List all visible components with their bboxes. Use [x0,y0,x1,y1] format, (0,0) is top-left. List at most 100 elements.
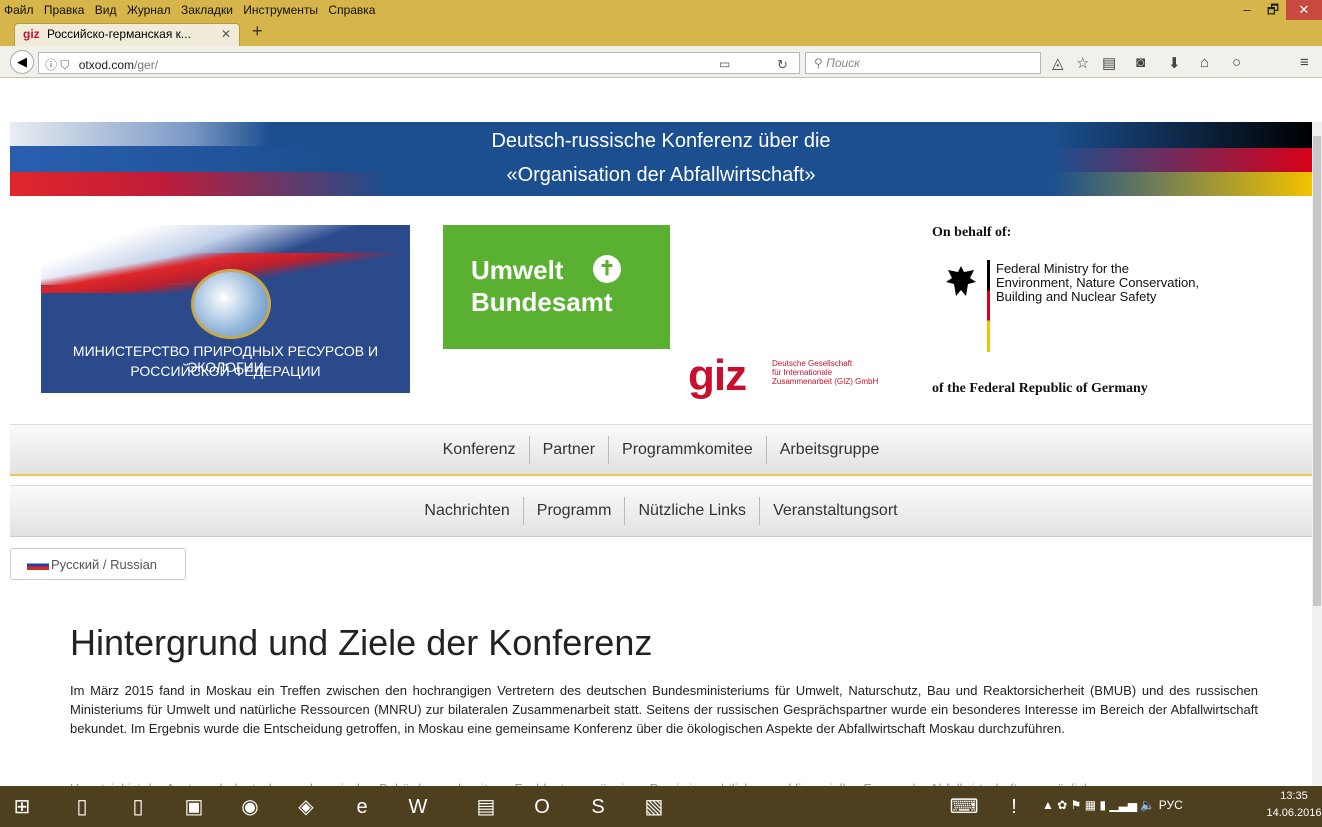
chat-icon[interactable]: ○ [1232,54,1241,71]
page-title: Hintergrund und Ziele der Konferenz [70,622,653,663]
giz-logo[interactable]: giz Deutsche Gesellschaft für Internatio… [688,351,898,403]
url-domain: otxod.com [78,58,135,72]
menu-bar: Файл Правка Вид Журнал Закладки Инструме… [0,0,1322,20]
header-banner: Deutsch-russische Konferenz über die «Or… [10,122,1312,196]
tab-favicon: giz [23,27,40,41]
tab-bar: giz Российско-германская к... ✕ [0,20,1322,46]
address-bar[interactable]: ⓘ ⛉ otxod.com/ger/ ▭ ↻ [38,52,800,74]
back-button[interactable]: ◀ [10,50,34,74]
url-path: /ger/ [134,58,159,72]
nav-programm[interactable]: Programm [524,497,626,525]
network-icon[interactable]: ◈ [288,789,324,825]
umweltbundesamt-logo[interactable]: Umwelt ✝ Bundesamt [443,225,670,349]
bookmark-star-icon[interactable]: ☆ [1076,54,1089,72]
keyboard-language[interactable]: РУС [1159,798,1183,812]
internet-explorer-icon[interactable]: e [344,789,380,825]
navigation-bar: ◀ ⓘ ⛉ otxod.com/ger/ ▭ ↻ ⚲ Поиск ◬ ☆ ▤ ◙… [0,46,1322,78]
skype-icon[interactable]: S [580,789,616,825]
frg-label: of the Federal Republic of Germany [932,381,1148,396]
nav-konferenz[interactable]: Konferenz [430,435,530,464]
search-icon: ⚲ [814,56,823,70]
image-viewer-icon[interactable]: ▧ [636,789,672,825]
action-center-icon[interactable]: ⚑ [1071,798,1082,812]
main-nav: Konferenz Partner Programmkomitee Arbeit… [10,424,1312,476]
new-tab-button[interactable]: + [252,21,263,42]
folder-icon[interactable]: ▯ [120,789,156,825]
uba-figure-icon: ✝ [593,255,621,283]
clock[interactable]: 13:35 14.06.2016 [1266,788,1322,822]
search-placeholder: Поиск [826,56,860,70]
search-input[interactable]: ⚲ Поиск [805,52,1041,74]
scrollbar-thumb[interactable] [1313,136,1321,606]
intro-paragraph: Im März 2015 fand in Moskau ein Treffen … [70,683,1258,736]
menu-view[interactable]: Вид [95,3,117,17]
menu-edit[interactable]: Правка [44,3,85,17]
minimize-button[interactable]: – [1234,0,1260,20]
globe-emblem-icon [191,269,271,339]
site-info-icon[interactable]: ⓘ ⛉ [45,58,69,72]
file-explorer-icon[interactable]: ▯ [64,789,100,825]
nav-veranstaltungsort[interactable]: Veranstaltungsort [760,497,911,525]
nav-partner[interactable]: Partner [530,435,610,464]
secondary-nav: Nachrichten Programm Nützliche Links Ver… [10,485,1312,537]
banner-title-line2: «Organisation der Abfallwirtschaft» [506,164,816,186]
reload-icon[interactable]: ↻ [777,57,788,73]
start-button[interactable]: ⊞ [4,789,40,825]
menu-items: Файл Правка Вид Журнал Закладки Инструме… [4,3,382,17]
system-tray: ▲ ✿ ⚑ ▦ ▮ ▁▃▅ 🔈 РУС [1042,798,1183,812]
menu-tools[interactable]: Инструменты [243,3,318,17]
on-behalf-label: On behalf of: [932,225,1012,240]
tab-title: Российско-германская к... [47,27,191,41]
bookmarks-list-icon[interactable]: ▤ [1102,54,1116,72]
tray-app-icon[interactable]: ✿ [1057,798,1067,812]
maximize-button[interactable]: 🗗 [1260,0,1286,20]
nav-nuetzliche-links[interactable]: Nützliche Links [625,497,761,525]
ministry-russia-logo[interactable]: МИНИСТЕРСТВО ПРИРОДНЫХ РЕСУРСОВ И ЭКОЛОГ… [41,225,410,393]
page-scrollbar[interactable] [1312,122,1322,786]
tray-network-icon[interactable]: ▦ [1085,798,1096,812]
hamburger-menu-icon[interactable]: ≡ [1300,54,1309,71]
files-icon[interactable]: ▤ [468,789,504,825]
german-flag-bar [987,260,990,352]
clock-date: 14.06.2016 [1266,807,1322,819]
menu-history[interactable]: Журнал [127,3,171,17]
downloads-icon[interactable]: ⬇ [1168,54,1181,72]
firefox-icon[interactable]: ◉ [232,789,268,825]
language-label: Русский / Russian [51,557,158,572]
giz-subtitle: Deutsche Gesellschaft für Internationale… [772,359,879,386]
uba-line1: Umwelt [471,255,564,285]
tray-chevron-icon[interactable]: ▲ [1042,798,1054,812]
keyboard-icon[interactable]: ⌨ [946,789,982,825]
close-window-button[interactable]: ✕ [1286,0,1322,20]
menu-bookmarks[interactable]: Закладки [181,3,233,17]
nav-programmkomitee[interactable]: Programmkomitee [609,435,767,464]
nav-arbeitsgruppe[interactable]: Arbeitsgruppe [767,436,893,464]
opera-icon[interactable]: O [524,789,560,825]
mnr-name-line2: РОССИЙСКОЙ ФЕДЕРАЦИИ [130,363,321,379]
sync-icon[interactable]: ◬ [1052,54,1064,72]
nav-nachrichten[interactable]: Nachrichten [411,497,524,525]
federal-eagle-icon [944,262,978,302]
language-switch-button[interactable]: Русский / Russian [10,548,186,580]
signal-icon[interactable]: ▁▃▅ [1109,798,1137,812]
home-icon[interactable]: ⌂ [1200,54,1209,71]
giz-wordmark: giz [688,351,747,400]
bmub-logo-text[interactable]: Federal Ministry for the Environment, Na… [996,262,1199,304]
reader-view-icon[interactable]: ▭ [719,57,730,71]
russia-flag-icon [27,560,49,570]
word-icon[interactable]: W [400,789,436,825]
volume-icon[interactable]: 🔈 [1140,798,1155,812]
back-arrow-icon: ◀ [17,54,27,69]
menu-help[interactable]: Справка [328,3,375,17]
browser-tab[interactable]: giz Российско-германская к... ✕ [14,23,240,46]
clock-time: 13:35 [1280,790,1308,802]
uba-line2: Bundesamt [471,287,613,317]
tab-close-icon[interactable]: ✕ [221,27,231,41]
menu-file[interactable]: Файл [4,3,34,17]
windows-taskbar: ⊞ ▯ ▯ ▣ ◉ ◈ e W ▤ O S ▧ ⌨ ! ▲ ✿ ⚑ ▦ ▮ ▁▃… [0,786,1322,827]
pocket-icon[interactable]: ◙ [1136,54,1145,71]
warning-icon[interactable]: ! [996,789,1032,825]
banner-title-line1: Deutsch-russische Konferenz über die [491,130,831,152]
control-panel-icon[interactable]: ▣ [176,789,212,825]
battery-icon[interactable]: ▮ [1099,798,1106,812]
